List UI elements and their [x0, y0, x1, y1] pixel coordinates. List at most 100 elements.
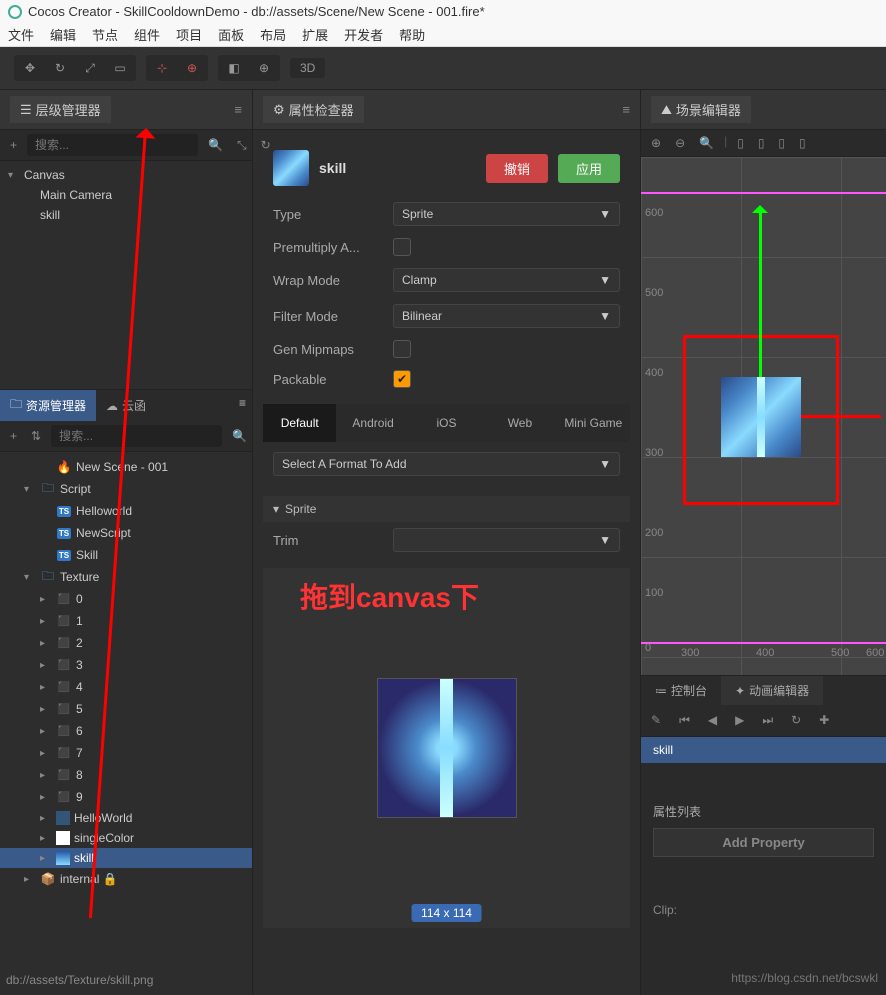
- inspector-menu-icon[interactable]: ≡: [622, 102, 630, 117]
- rotate-tool-icon[interactable]: ↻: [46, 57, 74, 79]
- hierarchy-search-icon[interactable]: 🔍: [204, 136, 227, 154]
- move-tool-icon[interactable]: ✥: [16, 57, 44, 79]
- assets-search-input[interactable]: [51, 425, 222, 447]
- assets-item[interactable]: ▾🗀Script: [0, 478, 252, 500]
- assets-item[interactable]: ▸⬛2: [0, 632, 252, 654]
- platform-web-tab[interactable]: Web: [483, 404, 556, 442]
- anim-add-icon[interactable]: ✚: [815, 711, 833, 730]
- hierarchy-item-canvas[interactable]: ▾Canvas: [0, 165, 252, 185]
- menu-panel[interactable]: 面板: [218, 25, 244, 44]
- platform-minigame-tab[interactable]: Mini Game: [557, 404, 630, 442]
- assets-tab[interactable]: 🗀 资源管理器: [0, 390, 96, 421]
- anim-clip-item[interactable]: skill: [641, 737, 886, 763]
- hierarchy-collapse-icon[interactable]: ⤡: [233, 136, 251, 155]
- assets-item[interactable]: 🔥New Scene - 001: [0, 456, 252, 478]
- assets-item[interactable]: ▸⬛0: [0, 588, 252, 610]
- assets-item[interactable]: ▸⬛3: [0, 654, 252, 676]
- align-right-icon[interactable]: ▯: [774, 134, 789, 152]
- assets-item[interactable]: ▸⬛9: [0, 786, 252, 808]
- platform-android-tab[interactable]: Android: [336, 404, 409, 442]
- clip-label: Clip:: [641, 897, 886, 923]
- anim-play-icon[interactable]: ▶: [731, 711, 748, 730]
- chevron-down-icon: ▼: [599, 273, 611, 287]
- prop-trim-dropdown[interactable]: ▼: [393, 528, 620, 552]
- zoom-out-icon[interactable]: ⊖: [671, 134, 689, 152]
- assets-item[interactable]: ▸⬛1: [0, 610, 252, 632]
- assets-item[interactable]: ▸⬛6: [0, 720, 252, 742]
- hierarchy-item-camera[interactable]: Main Camera: [0, 185, 252, 205]
- hierarchy-menu-icon[interactable]: ≡: [234, 102, 242, 117]
- sprite-section-header[interactable]: ▾Sprite: [263, 496, 630, 522]
- menu-help[interactable]: 帮助: [399, 25, 425, 44]
- add-property-button[interactable]: Add Property: [653, 828, 874, 857]
- anim-loop-icon[interactable]: ↻: [787, 711, 805, 730]
- zoom-fit-icon[interactable]: 🔍: [695, 134, 718, 152]
- assets-item[interactable]: ▸skill: [0, 848, 252, 868]
- console-tab[interactable]: ≔控制台: [641, 676, 721, 705]
- scale-tool-icon[interactable]: ⤢: [76, 57, 104, 79]
- assets-item[interactable]: ▸⬛8: [0, 764, 252, 786]
- assets-menu-icon[interactable]: ≡: [233, 390, 252, 421]
- prop-filter-dropdown[interactable]: Bilinear▼: [393, 304, 620, 328]
- assets-search-icon[interactable]: 🔍: [228, 427, 251, 445]
- assets-item[interactable]: ▾🗀Texture: [0, 566, 252, 588]
- asset-name-label: skill: [319, 160, 476, 176]
- assets-item[interactable]: TSNewScript: [0, 522, 252, 544]
- menu-file[interactable]: 文件: [8, 25, 34, 44]
- anchor-tool-icon[interactable]: ⊹: [148, 57, 176, 79]
- assets-item[interactable]: TSSkill: [0, 544, 252, 566]
- prop-mipmap-checkbox[interactable]: [393, 340, 411, 358]
- anim-prev-icon[interactable]: ◀: [704, 711, 721, 730]
- rect-tool-icon[interactable]: ▭: [106, 57, 134, 79]
- align-left-icon[interactable]: ▯: [733, 134, 748, 152]
- axis-label: 400: [756, 647, 774, 659]
- format-select-dropdown[interactable]: Select A Format To Add▼: [273, 452, 620, 476]
- prop-premul-checkbox[interactable]: [393, 238, 411, 256]
- revert-button[interactable]: 撤销: [486, 154, 548, 183]
- watermark: https://blog.csdn.net/bcswkl: [731, 971, 878, 985]
- x-axis-gizmo[interactable]: [801, 415, 881, 418]
- hierarchy-add-icon[interactable]: +: [6, 136, 21, 154]
- assets-sort-icon[interactable]: ⇅: [27, 427, 45, 445]
- animator-tab[interactable]: ✦动画编辑器: [721, 676, 823, 705]
- scene-skill-node[interactable]: [721, 377, 801, 457]
- axis-label: 0: [645, 642, 651, 654]
- anim-next-icon[interactable]: ⏭: [758, 711, 777, 730]
- prop-packable-checkbox[interactable]: ✔: [393, 370, 411, 388]
- hierarchy-search-input[interactable]: [27, 134, 198, 156]
- menu-layout[interactable]: 布局: [260, 25, 286, 44]
- assets-item[interactable]: ▸⬛7: [0, 742, 252, 764]
- assets-item[interactable]: ▸⬛4: [0, 676, 252, 698]
- cloud-tab[interactable]: ☁ 云函: [96, 390, 156, 421]
- axis-label: 200: [645, 527, 663, 539]
- apply-button[interactable]: 应用: [558, 154, 620, 183]
- assets-item[interactable]: TSHelloworld: [0, 500, 252, 522]
- scene-view[interactable]: 600 500 400 300 200 100 0 300 400 500 60…: [641, 157, 886, 675]
- prop-wrap-dropdown[interactable]: Clamp▼: [393, 268, 620, 292]
- hierarchy-item-skill[interactable]: skill: [0, 205, 252, 225]
- pivot-tool-icon[interactable]: ⊕: [178, 57, 206, 79]
- platform-ios-tab[interactable]: iOS: [410, 404, 483, 442]
- menu-component[interactable]: 组件: [134, 25, 160, 44]
- menu-node[interactable]: 节点: [92, 25, 118, 44]
- assets-item[interactable]: ▸HelloWorld: [0, 808, 252, 828]
- menu-developer[interactable]: 开发者: [344, 25, 383, 44]
- local-tool-icon[interactable]: ◧: [220, 57, 248, 79]
- menu-edit[interactable]: 编辑: [50, 25, 76, 44]
- zoom-in-icon[interactable]: ⊕: [647, 134, 665, 152]
- axis-label: 500: [831, 647, 849, 659]
- assets-item[interactable]: ▸📦internal 🔒: [0, 868, 252, 890]
- anim-first-icon[interactable]: ⏮: [675, 711, 694, 730]
- anim-edit-icon[interactable]: ✎: [647, 711, 665, 730]
- assets-item[interactable]: ▸singleColor: [0, 828, 252, 848]
- 3d-toggle-button[interactable]: 3D: [290, 58, 325, 78]
- assets-item[interactable]: ▸⬛5: [0, 698, 252, 720]
- align-top-icon[interactable]: ▯: [795, 134, 810, 152]
- menu-extension[interactable]: 扩展: [302, 25, 328, 44]
- align-center-icon[interactable]: ▯: [754, 134, 769, 152]
- prop-type-dropdown[interactable]: Sprite▼: [393, 202, 620, 226]
- platform-default-tab[interactable]: Default: [263, 404, 336, 442]
- assets-add-icon[interactable]: +: [6, 427, 21, 445]
- global-tool-icon[interactable]: ⊕: [250, 57, 278, 79]
- menu-project[interactable]: 项目: [176, 25, 202, 44]
